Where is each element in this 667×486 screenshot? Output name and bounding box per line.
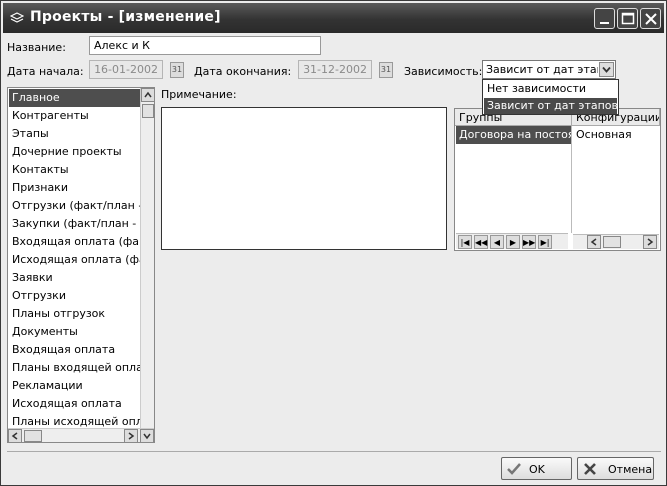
nav-item[interactable]: Дочерние проекты <box>9 143 141 161</box>
scroll-left-icon[interactable] <box>587 235 601 249</box>
grid-cell[interactable]: Договора на постоянн <box>456 126 571 144</box>
nav-item[interactable]: Исходящая оплата (факт <box>9 251 141 269</box>
dependency-selected-value: Зависит от дат этапов <box>486 63 598 76</box>
nav-item[interactable]: Этапы <box>9 125 141 143</box>
nav-item[interactable]: Планы входящей оплаты <box>9 359 141 377</box>
app-icon <box>10 12 24 23</box>
check-icon <box>507 463 521 475</box>
nav-item[interactable]: Главное <box>9 89 141 107</box>
scroll-left-icon[interactable] <box>8 429 22 442</box>
end-date-label: Дата окончания: <box>194 65 292 78</box>
nav-item[interactable]: Отгрузки (факт/план - об <box>9 197 141 215</box>
dependency-dropdown-list: Нет зависимости Зависит от дат этапов <box>482 79 619 115</box>
last-record-icon[interactable]: ▶| <box>538 235 552 249</box>
start-date-label: Дата начала: <box>7 65 84 78</box>
close-icon <box>645 13 657 25</box>
nav-item[interactable]: Планы отгрузок <box>9 305 141 323</box>
column-divider <box>571 126 572 233</box>
separator <box>7 451 661 452</box>
scroll-right-icon[interactable] <box>643 235 657 249</box>
nav-item[interactable]: Закупки (факт/план - об <box>9 215 141 233</box>
note-textarea[interactable] <box>161 107 447 250</box>
minimize-icon <box>600 22 609 24</box>
prev-page-icon[interactable]: ◀◀ <box>474 235 488 249</box>
scroll-thumb[interactable] <box>603 236 621 248</box>
project-edit-window: Проекты - [изменение] Название: Алекс и … <box>0 0 667 486</box>
start-date-field[interactable]: 16-01-2002 <box>89 60 163 79</box>
cancel-button[interactable]: Отмена <box>577 457 654 480</box>
scroll-thumb[interactable] <box>24 430 42 442</box>
scroll-down-icon[interactable] <box>140 429 154 442</box>
nav-item[interactable]: Отгрузки <box>9 287 141 305</box>
calendar-icon[interactable]: 31 <box>379 62 393 78</box>
cancel-button-label: Отмена <box>608 463 653 476</box>
groups-grid: Группы Конфигурации Договора на постоянн… <box>454 108 661 251</box>
scroll-thumb[interactable] <box>142 104 154 118</box>
record-navigator: |◀ ◀◀ ◀ ▶ ▶▶ ▶| <box>456 233 568 249</box>
name-field[interactable]: Алекс и К <box>89 36 321 55</box>
nav-item[interactable]: Признаки <box>9 179 141 197</box>
end-date-field[interactable]: 31-12-2002 <box>298 60 372 79</box>
nav-item[interactable]: Документы <box>9 323 141 341</box>
nav-item[interactable]: Входящая оплата <box>9 341 141 359</box>
grid-horizontal-scrollbar[interactable] <box>573 234 659 249</box>
section-nav-list: Главное Контрагенты Этапы Дочерние проек… <box>7 87 155 443</box>
maximize-icon <box>621 12 635 25</box>
dependency-option-selected[interactable]: Зависит от дат этапов <box>484 98 618 114</box>
nav-horizontal-scrollbar[interactable] <box>8 428 154 442</box>
nav-item[interactable]: Контрагенты <box>9 107 141 125</box>
calendar-icon[interactable]: 31 <box>170 62 184 78</box>
title-bar[interactable]: Проекты - [изменение] <box>3 3 664 33</box>
nav-vertical-scrollbar[interactable] <box>140 88 154 428</box>
scroll-up-icon[interactable] <box>141 88 154 102</box>
grid-cell[interactable]: Основная <box>573 126 659 144</box>
maximize-button[interactable] <box>617 8 638 29</box>
nav-item[interactable]: Контакты <box>9 161 141 179</box>
nav-item[interactable]: Рекламации <box>9 377 141 395</box>
prev-record-icon[interactable]: ◀ <box>490 235 504 249</box>
first-record-icon[interactable]: |◀ <box>458 235 472 249</box>
next-page-icon[interactable]: ▶▶ <box>522 235 536 249</box>
note-label: Примечание: <box>161 88 237 101</box>
cross-icon <box>584 463 596 475</box>
nav-item[interactable]: Исходящая оплата <box>9 395 141 413</box>
minimize-button[interactable] <box>594 8 615 29</box>
nav-item[interactable]: Заявки <box>9 269 141 287</box>
ok-button-label: OK <box>529 463 545 476</box>
nav-item[interactable]: Входящая оплата (факт/п <box>9 233 141 251</box>
scroll-right-icon[interactable] <box>124 429 138 442</box>
dependency-select[interactable]: Зависит от дат этапов <box>482 60 616 79</box>
window-title: Проекты - [изменение] <box>30 9 221 25</box>
ok-button[interactable]: OK <box>501 457 572 480</box>
dependency-option[interactable]: Нет зависимости <box>484 81 617 97</box>
close-button[interactable] <box>640 8 661 29</box>
chevron-down-icon[interactable] <box>599 62 614 77</box>
next-record-icon[interactable]: ▶ <box>506 235 520 249</box>
dependency-label: Зависимость: <box>404 65 483 78</box>
name-label: Название: <box>7 41 66 54</box>
